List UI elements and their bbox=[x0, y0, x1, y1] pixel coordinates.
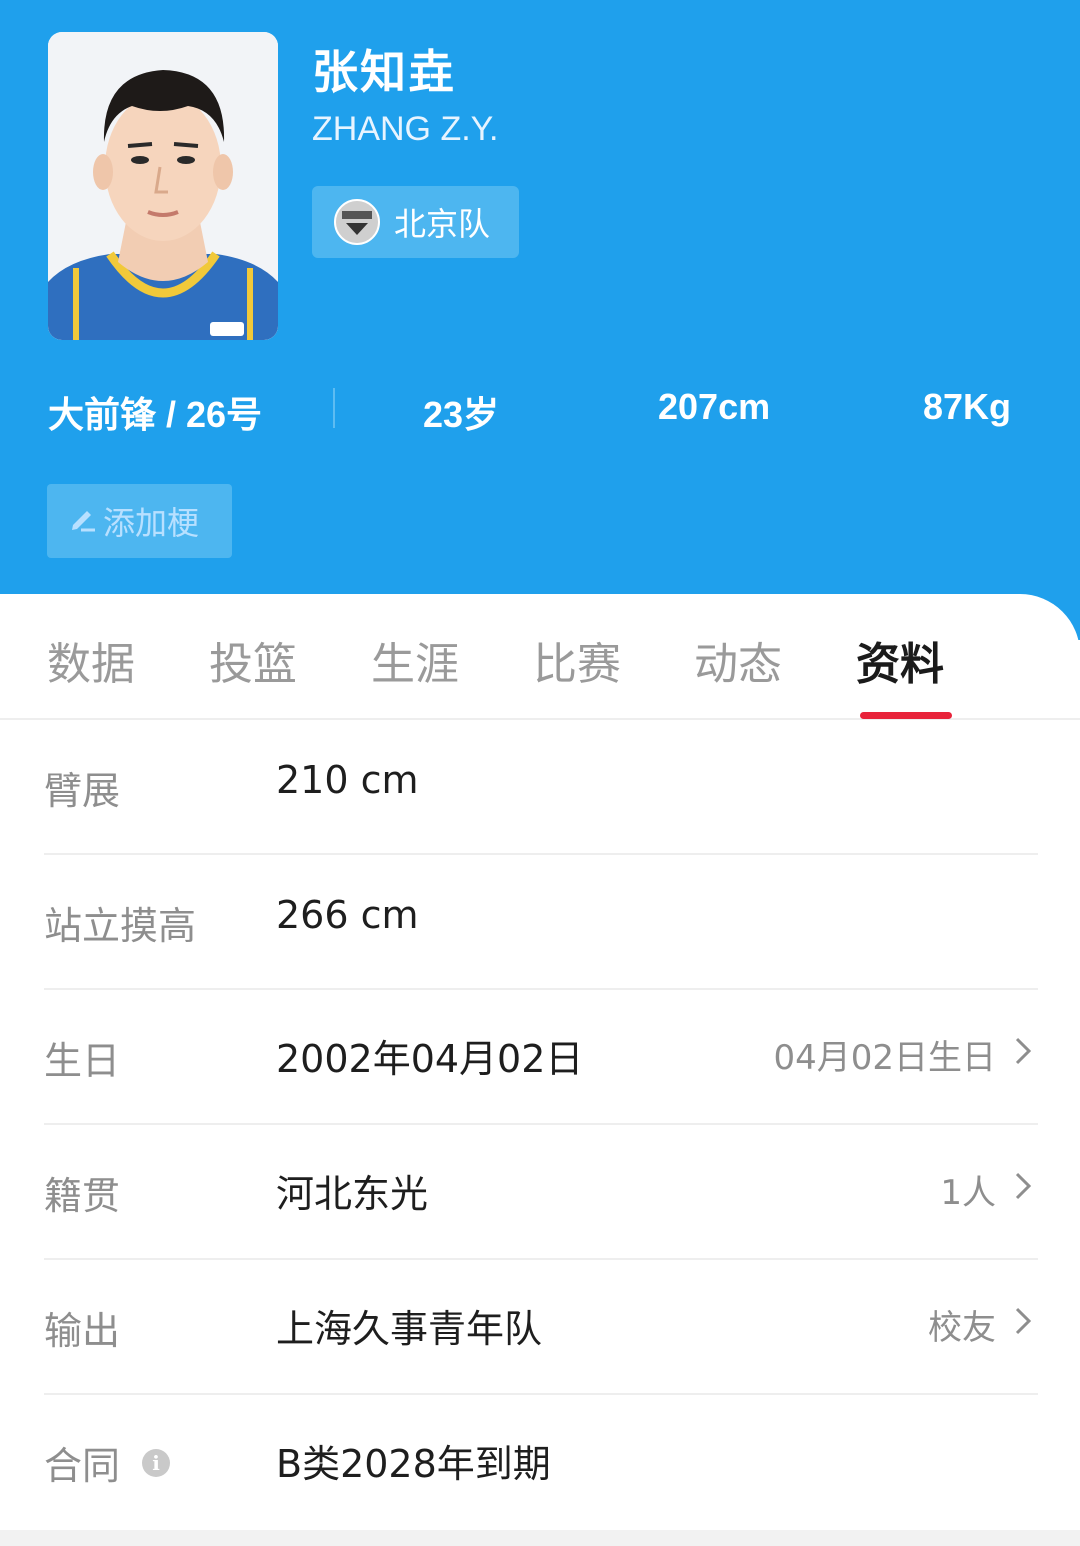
row-label: 合同 i bbox=[44, 1435, 171, 1490]
profile-panel: 数据 投篮 生涯 比赛 动态 资料 臂展 210 cm 站立摸高 266 cm … bbox=[0, 594, 1080, 1546]
row-label: 输出 bbox=[44, 1309, 121, 1353]
profile-row-hometown[interactable]: 籍贯 河北东光 1人 bbox=[44, 1125, 1038, 1260]
chevron-right-icon bbox=[1014, 1305, 1032, 1345]
tab-shooting[interactable]: 投篮 bbox=[209, 628, 297, 692]
profile-row-standing-reach: 站立摸高 266 cm bbox=[44, 855, 1038, 990]
row-value: 210 cm bbox=[276, 758, 419, 802]
add-tag-button[interactable]: 添加梗 bbox=[47, 484, 232, 558]
info-icon[interactable]: i bbox=[142, 1448, 171, 1477]
profile-row-birthday[interactable]: 生日 2002年04月02日 04月02日生日 bbox=[44, 990, 1038, 1125]
profile-row-origin-team[interactable]: 输出 上海久事青年队 校友 bbox=[44, 1260, 1038, 1395]
player-name: 张知垚 bbox=[312, 45, 456, 99]
row-extra-text: 04月02日生日 bbox=[773, 1038, 996, 1078]
tab-data[interactable]: 数据 bbox=[47, 628, 135, 692]
add-tag-label: 添加梗 bbox=[103, 504, 200, 542]
alumni-link[interactable]: 校友 bbox=[928, 1300, 1032, 1349]
age-stat: 23岁 bbox=[423, 394, 500, 435]
tab-bar: 数据 投篮 生涯 比赛 动态 资料 bbox=[0, 594, 1080, 720]
player-name-en: ZHANG Z.Y. bbox=[312, 110, 499, 148]
row-extra-text: 1人 bbox=[940, 1173, 996, 1213]
pencil-icon bbox=[67, 501, 99, 541]
row-label: 生日 bbox=[44, 1039, 121, 1083]
row-extra-text: 校友 bbox=[928, 1308, 996, 1348]
row-label: 站立摸高 bbox=[44, 904, 197, 948]
player-header: 张知垚 ZHANG Z.Y. 北京队 大前锋 / 26号 23岁 207cm 8… bbox=[0, 0, 1080, 640]
birthday-link[interactable]: 04月02日生日 bbox=[773, 1030, 1032, 1079]
tab-career[interactable]: 生涯 bbox=[371, 628, 459, 692]
hometown-link[interactable]: 1人 bbox=[940, 1165, 1032, 1214]
weight-stat: 87Kg bbox=[923, 386, 1012, 427]
stats-divider bbox=[333, 388, 335, 428]
row-label: 臂展 bbox=[44, 769, 121, 813]
active-tab-indicator bbox=[860, 712, 952, 719]
row-value: B类2028年到期 bbox=[276, 1442, 551, 1486]
profile-row-wingspan: 臂展 210 cm bbox=[44, 720, 1038, 855]
height-stat: 207cm bbox=[658, 386, 771, 427]
team-name: 北京队 bbox=[394, 205, 491, 243]
team-logo-icon bbox=[334, 199, 380, 245]
team-badge[interactable]: 北京队 bbox=[312, 186, 519, 258]
chevron-right-icon bbox=[1014, 1170, 1032, 1210]
row-value: 266 cm bbox=[276, 893, 419, 937]
player-stats-row: 大前锋 / 26号 23岁 207cm 87Kg bbox=[0, 378, 1080, 438]
row-value: 2002年04月02日 bbox=[276, 1037, 584, 1081]
profile-row-contract: 合同 i B类2028年到期 bbox=[44, 1395, 1038, 1530]
tab-games[interactable]: 比赛 bbox=[533, 628, 621, 692]
bottom-bar bbox=[0, 1530, 1080, 1546]
row-label: 籍贯 bbox=[44, 1174, 121, 1218]
row-value: 河北东光 bbox=[276, 1172, 429, 1216]
tab-profile[interactable]: 资料 bbox=[856, 628, 944, 692]
position-number: 大前锋 / 26号 bbox=[48, 394, 263, 435]
tab-news[interactable]: 动态 bbox=[694, 628, 782, 692]
row-value: 上海久事青年队 bbox=[276, 1307, 543, 1351]
chevron-right-icon bbox=[1014, 1035, 1032, 1075]
row-label-text: 合同 bbox=[44, 1444, 121, 1488]
player-photo bbox=[48, 32, 278, 340]
